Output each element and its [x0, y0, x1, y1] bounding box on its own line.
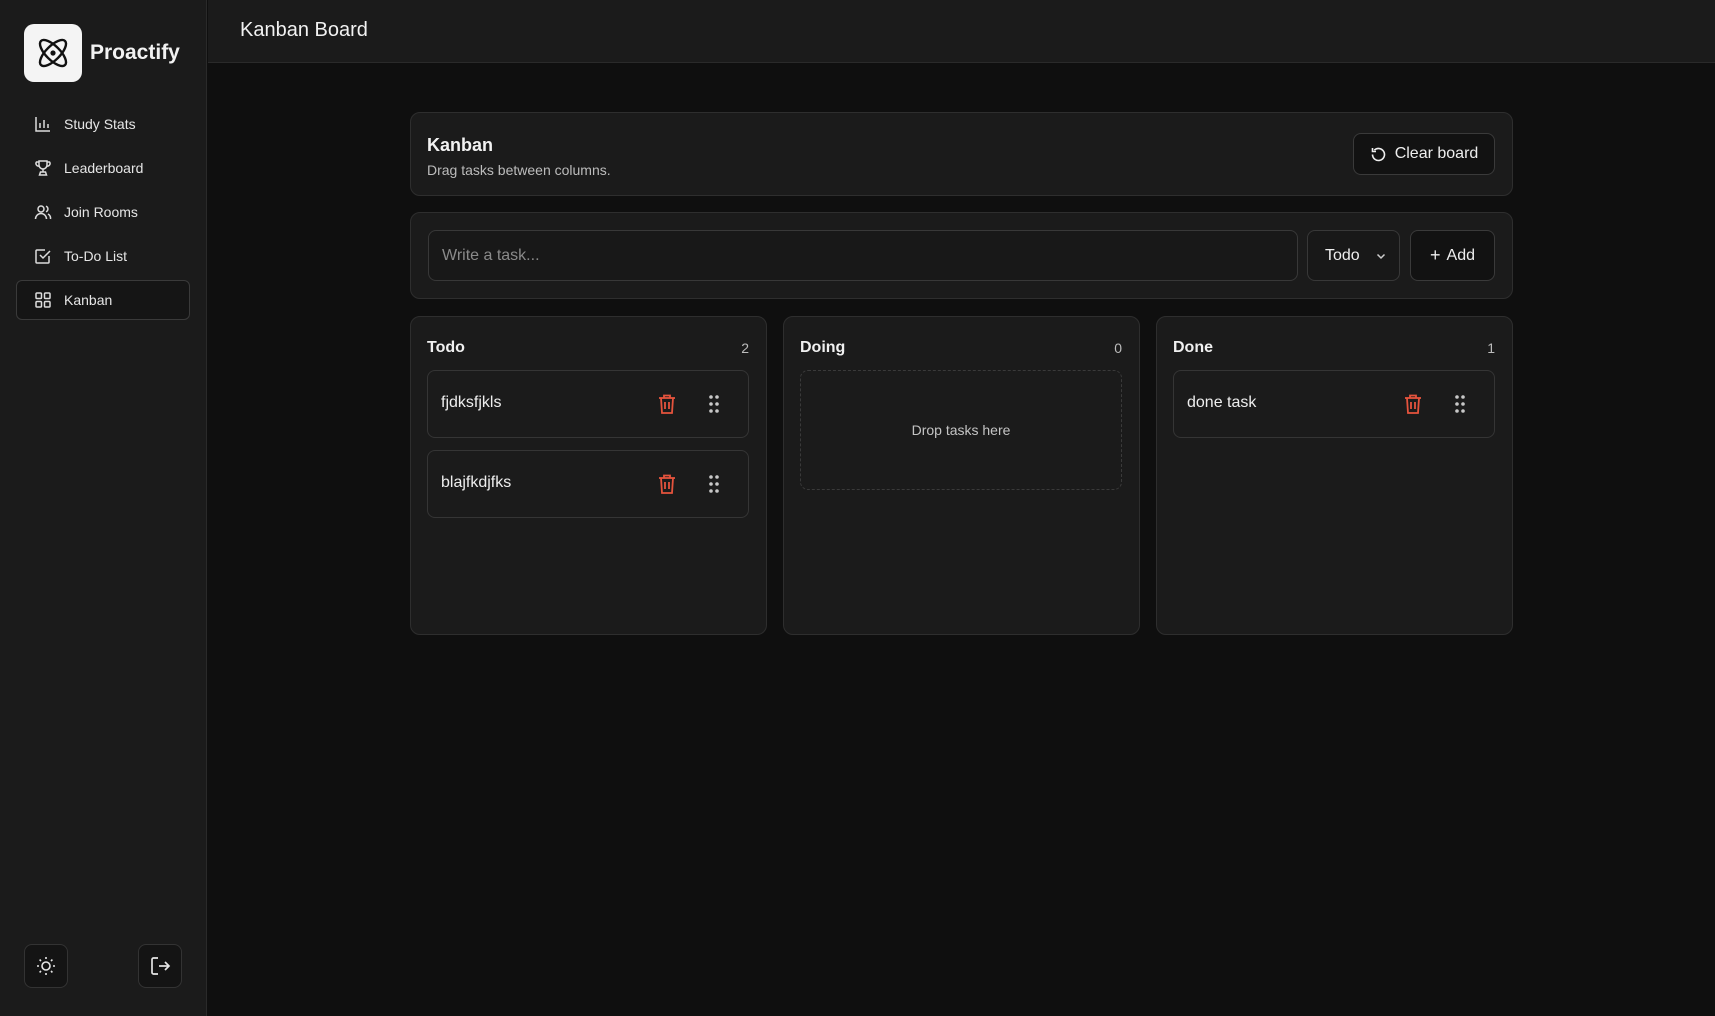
clear-board-label: Clear board [1394, 145, 1479, 162]
column-doing: Doing 0 Drop tasks here [783, 316, 1140, 635]
drag-handle-icon[interactable] [707, 473, 721, 495]
sidebar-item-study-stats[interactable]: Study Stats [16, 104, 190, 144]
add-task-panel: Todo + Add [410, 212, 1513, 299]
trash-icon[interactable] [656, 472, 678, 496]
column-count: 0 [1114, 340, 1122, 356]
task-card[interactable]: done task [1173, 370, 1495, 438]
sidebar-item-label: Kanban [64, 292, 113, 308]
column-done: Done 1 done task [1156, 316, 1513, 635]
sidebar-item-kanban[interactable]: Kanban [16, 280, 190, 320]
column-title: Todo [427, 339, 465, 356]
drop-zone-text: Drop tasks here [911, 422, 1011, 438]
task-card[interactable]: blajfkdjfks [427, 450, 749, 518]
add-task-button[interactable]: + Add [1410, 230, 1495, 281]
column-todo: Todo 2 fjdksfjkls blajfkdjfks [410, 316, 767, 635]
board-title: Kanban [427, 135, 494, 155]
sun-icon [35, 955, 57, 977]
column-count: 2 [741, 340, 749, 356]
column-select-value: Todo [1325, 246, 1360, 264]
trash-icon[interactable] [656, 392, 678, 416]
check-square-icon [34, 247, 52, 265]
board-subtitle: Drag tasks between columns. [427, 162, 611, 178]
page-title: Kanban Board [240, 19, 368, 41]
drag-handle-icon[interactable] [1453, 393, 1467, 415]
atom-logo-icon [24, 24, 82, 82]
board-header-panel: Kanban Drag tasks between columns. Clear… [410, 112, 1513, 196]
logout-button[interactable] [138, 944, 182, 988]
column-title: Done [1173, 339, 1213, 356]
column-title: Doing [800, 339, 846, 356]
trophy-icon [34, 159, 52, 177]
sidebar: Proactify Study Stats Leaderboard Join R… [0, 0, 207, 1016]
sidebar-item-label: Join Rooms [64, 204, 138, 220]
chevron-down-icon [1375, 250, 1387, 262]
task-card[interactable]: fjdksfjkls [427, 370, 749, 438]
column-select[interactable]: Todo [1307, 230, 1400, 281]
sidebar-item-leaderboard[interactable]: Leaderboard [16, 148, 190, 188]
clear-board-button[interactable]: Clear board [1353, 133, 1495, 175]
brand[interactable]: Proactify [24, 24, 180, 82]
drop-zone[interactable]: Drop tasks here [800, 370, 1122, 490]
sidebar-item-join-rooms[interactable]: Join Rooms [16, 192, 190, 232]
users-icon [34, 203, 52, 221]
sidebar-nav: Study Stats Leaderboard Join Rooms To-Do… [16, 104, 190, 324]
sidebar-item-label: Study Stats [64, 116, 136, 132]
grid-icon [34, 291, 52, 309]
column-count: 1 [1487, 340, 1495, 356]
sidebar-item-todo-list[interactable]: To-Do List [16, 236, 190, 276]
sidebar-item-label: Leaderboard [64, 160, 144, 176]
drag-handle-icon[interactable] [707, 393, 721, 415]
plus-icon: + [1430, 245, 1441, 265]
trash-icon[interactable] [1402, 392, 1424, 416]
sidebar-item-label: To-Do List [64, 248, 128, 264]
rotate-ccw-icon [1370, 146, 1387, 163]
task-text: done task [1187, 394, 1257, 411]
task-text: fjdksfjkls [441, 394, 502, 411]
brand-name: Proactify [90, 41, 180, 64]
add-task-label: Add [1446, 246, 1475, 264]
top-bar: Kanban Board [208, 0, 1715, 63]
theme-toggle-button[interactable] [24, 944, 68, 988]
bar-chart-icon [34, 115, 52, 133]
task-input[interactable] [428, 230, 1298, 281]
task-text: blajfkdjfks [441, 474, 512, 491]
logout-icon [149, 955, 171, 977]
